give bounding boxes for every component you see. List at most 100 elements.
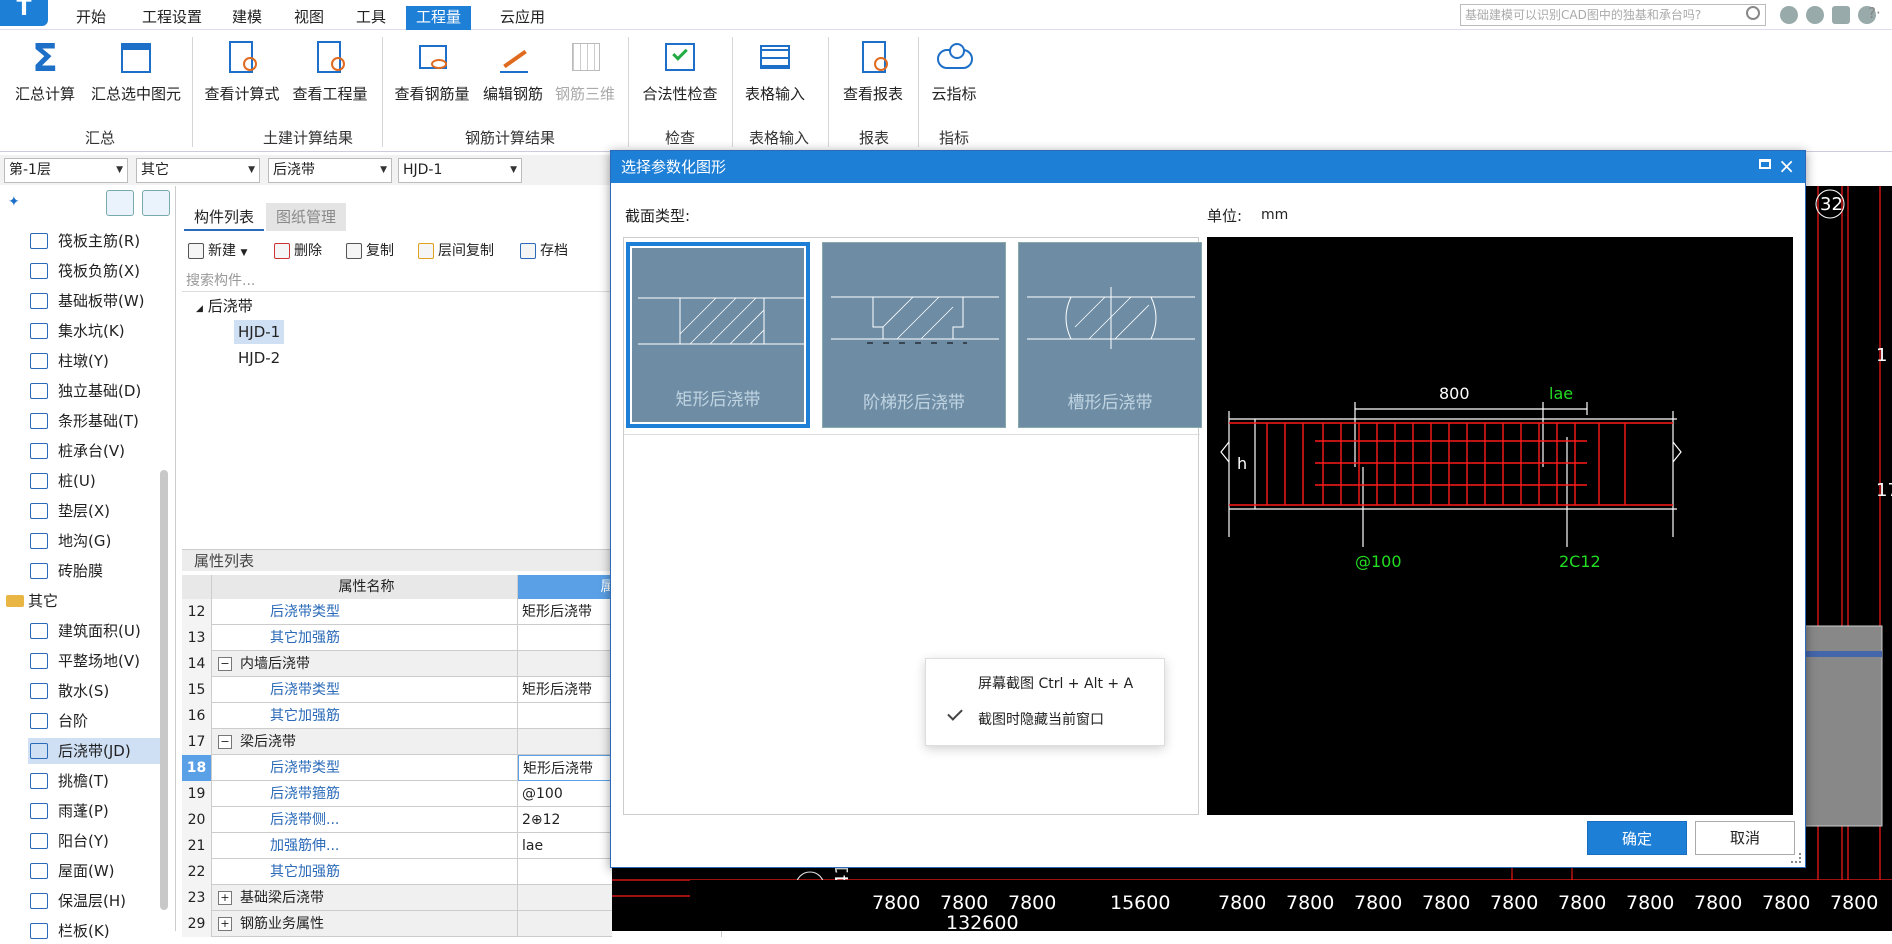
- table-input-button[interactable]: 表格输入: [742, 39, 808, 109]
- expand-icon[interactable]: +: [218, 917, 232, 931]
- floor-copy-icon: [418, 243, 434, 259]
- tree-item[interactable]: 独立基础(D): [28, 378, 168, 404]
- tree-item[interactable]: 垫层(X): [28, 498, 168, 524]
- tree-item[interactable]: 基础板带(W): [28, 288, 168, 314]
- tree-item[interactable]: 雨蓬(P): [28, 798, 168, 824]
- tree-item[interactable]: 台阶: [28, 708, 168, 734]
- pin-icon[interactable]: ✦: [8, 194, 20, 210]
- tree-item[interactable]: 挑檐(T): [28, 768, 168, 794]
- menu-project-settings[interactable]: 工程设置: [132, 6, 212, 30]
- maximize-icon[interactable]: [1759, 159, 1771, 169]
- copy-button[interactable]: 复制: [344, 239, 394, 263]
- app-logo[interactable]: T: [0, 0, 48, 26]
- expand-icon[interactable]: +: [218, 891, 232, 905]
- help-icon[interactable]: ?·: [1868, 4, 1881, 22]
- property-row[interactable]: 12 后浇带类型 矩形后浇带: [182, 599, 754, 625]
- type-select[interactable]: 后浇带 ▼: [268, 158, 392, 183]
- delete-button[interactable]: 删除: [272, 239, 322, 263]
- left-scrollbar[interactable]: [160, 470, 168, 910]
- property-row[interactable]: 21 加强筋伸... lae: [182, 833, 754, 859]
- shape-grooved[interactable]: 槽形后浇带: [1018, 242, 1202, 428]
- menu-view[interactable]: 视图: [284, 6, 334, 30]
- category-select-value: 其它: [141, 162, 169, 178]
- validity-check-button[interactable]: 合法性检查: [638, 39, 722, 109]
- tree-item[interactable]: 阳台(Y): [28, 828, 168, 854]
- property-row[interactable]: 20 后浇带侧... 2⊕12: [182, 807, 754, 833]
- tab-drawing-manage[interactable]: 图纸管理: [266, 203, 347, 231]
- menu-quantity[interactable]: 工程量: [406, 6, 472, 30]
- category-select[interactable]: 其它 ▼: [136, 158, 260, 183]
- tree-item[interactable]: 筏板负筋(X): [28, 258, 168, 284]
- tree-item[interactable]: 集水坑(K): [28, 318, 168, 344]
- property-row[interactable]: 13 其它加强筋: [182, 625, 722, 651]
- close-icon[interactable]: ×: [1778, 153, 1795, 179]
- tree-item[interactable]: 桩承台(V): [28, 438, 168, 464]
- tree-group-other[interactable]: 其它: [4, 588, 58, 614]
- property-row[interactable]: 15 后浇带类型 矩形后浇带: [182, 677, 754, 703]
- rebar-3d-button[interactable]: 钢筋三维: [552, 39, 618, 109]
- ok-button[interactable]: 确定: [1587, 821, 1687, 855]
- property-row[interactable]: 23 + 基础梁后浇带: [182, 885, 722, 911]
- view-rebar-button[interactable]: 查看钢筋量: [392, 39, 472, 109]
- tree-item-post-cast-strip[interactable]: 后浇带(JD): [28, 738, 168, 764]
- tree-item[interactable]: 砖胎膜: [28, 558, 168, 584]
- list-view-icon[interactable]: [106, 190, 134, 216]
- menu-item-screenshot[interactable]: 屏幕截图 Ctrl + Alt + A: [978, 673, 1133, 693]
- floor-select[interactable]: 第-1层 ▼: [4, 158, 128, 183]
- cancel-button[interactable]: 取消: [1695, 821, 1795, 855]
- resize-grip-icon[interactable]: [1791, 853, 1801, 863]
- search-icon[interactable]: [1746, 6, 1760, 20]
- view-rebar-label: 查看钢筋量: [394, 85, 470, 103]
- help-search-input[interactable]: 基础建模可以识别CAD图中的独基和承台吗?: [1460, 4, 1766, 26]
- tree-item[interactable]: 屋面(W): [28, 858, 168, 884]
- component-item-selected[interactable]: HJD-1: [234, 320, 285, 344]
- tree-item[interactable]: 保温层(H): [28, 888, 168, 914]
- shape-rectangular[interactable]: 矩形后浇带: [626, 242, 810, 428]
- property-row[interactable]: 19 后浇带箍筋 @100: [182, 781, 754, 807]
- component-item[interactable]: HJD-2: [238, 346, 280, 370]
- user-icon[interactable]: [1780, 6, 1798, 24]
- property-name-text: 后浇带类型: [270, 760, 340, 776]
- shape-stepped[interactable]: 阶梯形后浇带: [822, 242, 1006, 428]
- collapse-icon[interactable]: −: [218, 735, 232, 749]
- tree-root-post-cast[interactable]: ◢ 后浇带: [196, 294, 253, 318]
- property-row[interactable]: 18后浇带类型矩形后浇带···: [182, 755, 754, 781]
- tree-item[interactable]: 筏板主筋(R): [28, 228, 168, 254]
- cloud-index-button[interactable]: 云指标: [926, 39, 982, 109]
- menu-tools[interactable]: 工具: [346, 6, 396, 30]
- tree-item[interactable]: 平整场地(V): [28, 648, 168, 674]
- archive-button[interactable]: 存档: [518, 239, 568, 263]
- new-button[interactable]: 新建 ▼: [186, 239, 247, 263]
- property-row[interactable]: 22 其它加强筋: [182, 859, 722, 885]
- floor-select-value: 第-1层: [9, 162, 51, 178]
- sum-calc-button[interactable]: Σ 汇总计算: [12, 39, 78, 109]
- component-search-input[interactable]: 搜索构件...: [182, 270, 612, 292]
- collapse-icon[interactable]: −: [218, 657, 232, 671]
- tree-item[interactable]: 桩(U): [28, 468, 168, 494]
- tree-item[interactable]: 散水(S): [28, 678, 168, 704]
- tile-view-icon[interactable]: [142, 190, 170, 216]
- menu-modeling[interactable]: 建模: [222, 6, 272, 30]
- bell-icon[interactable]: [1832, 6, 1850, 24]
- sum-selected-button[interactable]: 汇总选中图元: [86, 39, 186, 109]
- component-select[interactable]: HJD-1 ▼: [398, 158, 522, 183]
- view-quantity-button[interactable]: 查看工程量: [290, 39, 370, 109]
- property-row[interactable]: 17− 梁后浇带: [182, 729, 722, 755]
- property-row[interactable]: 16 其它加强筋: [182, 703, 722, 729]
- tree-item[interactable]: 柱墩(Y): [28, 348, 168, 374]
- tab-component-list[interactable]: 构件列表: [184, 203, 265, 231]
- tree-item[interactable]: 条形基础(T): [28, 408, 168, 434]
- user-icon-2[interactable]: [1806, 6, 1824, 24]
- property-row[interactable]: 29 + 钢筋业务属性: [182, 911, 722, 937]
- property-row[interactable]: 14− 内墙后浇带: [182, 651, 722, 677]
- menu-item-hide-window[interactable]: 截图时隐藏当前窗口: [978, 709, 1104, 729]
- menu-cloud[interactable]: 云应用: [490, 6, 555, 30]
- view-report-button[interactable]: 查看报表: [836, 39, 910, 109]
- tree-item[interactable]: 栏板(K): [28, 918, 168, 944]
- menu-start[interactable]: 开始: [66, 6, 116, 30]
- tree-item[interactable]: 地沟(G): [28, 528, 168, 554]
- edit-rebar-button[interactable]: 编辑钢筋: [480, 39, 546, 109]
- floor-copy-button[interactable]: 层间复制: [416, 239, 494, 263]
- tree-item[interactable]: 建筑面积(U): [28, 618, 168, 644]
- view-formula-button[interactable]: 查看计算式: [202, 39, 282, 109]
